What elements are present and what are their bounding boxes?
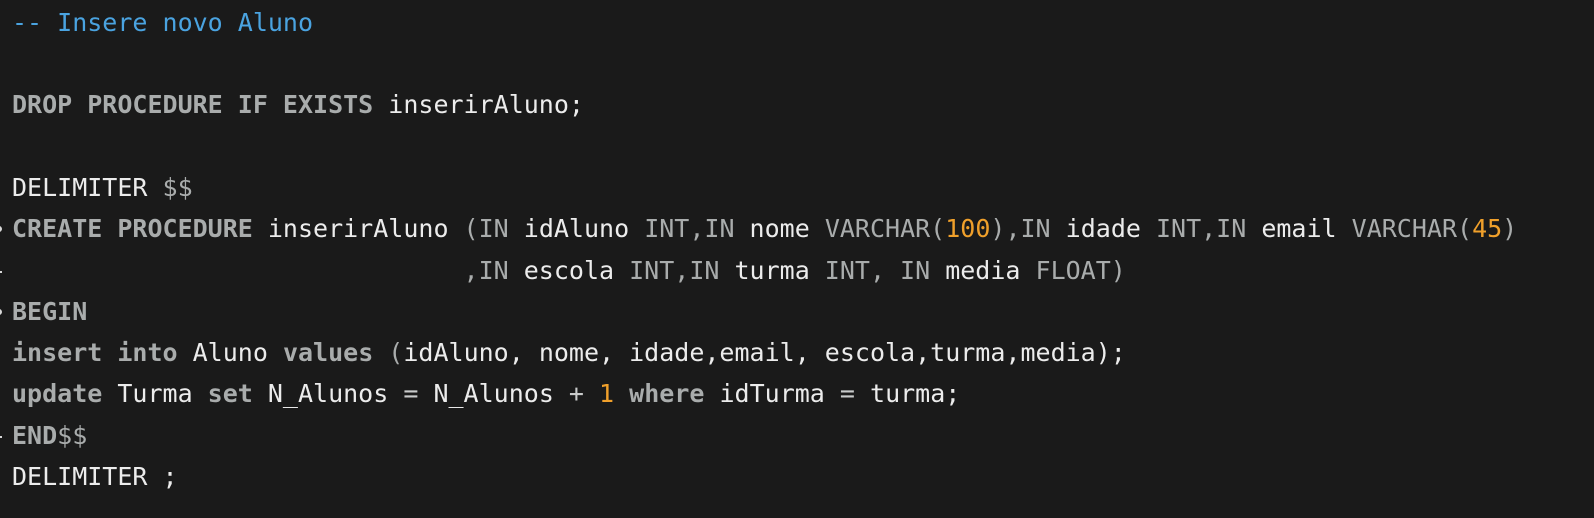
- code-token-num: 1: [599, 379, 615, 408]
- code-line-5: DELIMITER $$: [12, 171, 193, 205]
- code-token-ident: Turma: [102, 379, 208, 408]
- code-token-ident: media: [930, 256, 1036, 285]
- code-token-kw: where: [629, 379, 705, 408]
- code-token-ident: turma: [719, 256, 825, 285]
- code-token-type: INT,IN: [1155, 214, 1247, 243]
- code-token-op: +: [568, 379, 584, 408]
- code-token-type: ): [1502, 214, 1518, 243]
- code-token-ident: N_Alunos: [418, 379, 569, 408]
- code-token-type: INT,IN: [644, 214, 735, 243]
- code-line-3: DROP PROCEDURE IF EXISTS inserirAluno;: [12, 88, 584, 122]
- code-token-kw: values: [282, 338, 374, 367]
- code-token-punct: $$: [57, 421, 88, 450]
- code-token-kw: BEGIN: [12, 297, 88, 326]
- code-token-ident: [12, 256, 464, 285]
- code-token-punct: (: [463, 214, 479, 243]
- code-token-type: FLOAT): [1035, 256, 1126, 285]
- gutter-marker-continuation: [0, 271, 2, 273]
- code-token-ident: inserirAluno: [252, 214, 464, 243]
- code-token-comment: -- Insere novo Aluno: [12, 8, 314, 37]
- code-token-ident: email: [1246, 214, 1352, 243]
- code-token-kw: update: [12, 379, 103, 408]
- code-token-op: =: [839, 379, 855, 408]
- code-token-type: INT,IN: [629, 256, 720, 285]
- code-token-kw: END: [12, 421, 58, 450]
- code-token-type: VARCHAR(: [1351, 214, 1473, 243]
- code-token-kw: CREATE PROCEDURE: [12, 214, 253, 243]
- code-token-type: IN: [478, 214, 509, 243]
- code-token-kw: set: [207, 379, 253, 408]
- code-token-punct: (: [373, 338, 404, 367]
- code-token-ident: inserirAluno;: [373, 90, 584, 119]
- code-token-ident: DELIMITER: [12, 173, 163, 202]
- code-token-ident: [584, 379, 599, 408]
- code-token-num: 100: [945, 214, 991, 243]
- code-token-ident: N_Alunos: [252, 379, 404, 408]
- code-line-8: BEGIN: [12, 295, 87, 329]
- code-line-7: ,IN escola INT,IN turma INT, IN media FL…: [12, 254, 1126, 288]
- code-editor[interactable]: -- Insere novo Aluno DROP PROCEDURE IF E…: [0, 0, 1594, 518]
- code-token-type: VARCHAR(: [824, 214, 946, 243]
- code-token-ident: escola: [508, 256, 630, 285]
- code-token-ident: DELIMITER ;: [12, 462, 178, 491]
- gutter-marker-end: [0, 436, 2, 438]
- code-token-ident: turma;: [854, 379, 961, 408]
- code-token-kw: insert into: [12, 338, 178, 367]
- code-token-type: ,IN: [463, 256, 509, 285]
- code-token-ident: idAluno, nome, idade,email, escola,turma…: [403, 338, 1126, 367]
- code-token-kw: DROP PROCEDURE IF EXISTS: [12, 90, 374, 119]
- code-token-num: 45: [1472, 214, 1503, 243]
- code-token-ident: Aluno: [177, 338, 283, 367]
- code-token-type: INT, IN: [824, 256, 931, 285]
- code-line-11: END$$: [12, 419, 87, 453]
- fold-marker-begin[interactable]: [0, 309, 2, 315]
- code-token-type: ),IN: [990, 214, 1051, 243]
- code-line-1: -- Insere novo Aluno: [12, 6, 313, 40]
- code-token-ident: [614, 379, 629, 408]
- code-token-op: =: [403, 379, 419, 408]
- code-token-ident: idTurma: [704, 379, 840, 408]
- fold-marker-create[interactable]: [0, 226, 2, 232]
- code-line-9: insert into Aluno values (idAluno, nome,…: [12, 336, 1126, 370]
- code-token-ident: idAluno: [508, 214, 645, 243]
- code-token-ident: idade: [1050, 214, 1156, 243]
- code-token-ident: nome: [734, 214, 825, 243]
- code-token-punct: $$: [162, 173, 193, 202]
- code-line-6: CREATE PROCEDURE inserirAluno (IN idAlun…: [12, 212, 1517, 246]
- code-line-10: update Turma set N_Alunos = N_Alunos + 1…: [12, 377, 960, 411]
- code-line-12: DELIMITER ;: [12, 460, 178, 494]
